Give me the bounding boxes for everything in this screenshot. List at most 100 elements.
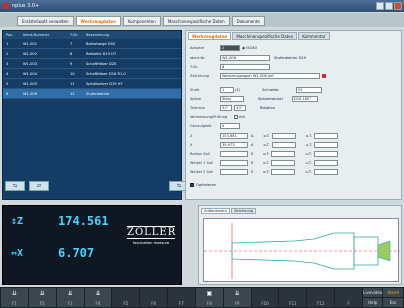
winkel2-field[interactable] xyxy=(220,168,248,175)
x-ot: o.T. xyxy=(263,142,270,147)
f9-button[interactable]: ⇊ F9 xyxy=(223,288,251,307)
f5-button[interactable]: F5 xyxy=(112,288,140,307)
f3-button[interactable]: ⇊ F3 xyxy=(56,288,84,307)
z-field[interactable]: 103.681 xyxy=(220,132,248,139)
radius-ut-field[interactable] xyxy=(313,150,338,157)
livevideo-button[interactable]: Livevideo xyxy=(362,288,383,297)
stufe-label: Stufe xyxy=(190,87,200,92)
z-ot-field[interactable] xyxy=(271,132,296,139)
f6-button[interactable]: F6 xyxy=(140,288,168,307)
tab-aussenkontur[interactable]: Außenkontur xyxy=(201,208,231,214)
f11-button[interactable]: F11 xyxy=(279,288,307,307)
toleranz-a-field[interactable]: 3.0 xyxy=(220,104,232,111)
adapter-icon: ◉ xyxy=(242,45,246,50)
x-axis-label: X xyxy=(17,248,24,259)
f2-button[interactable]: ⇊ F2 xyxy=(28,288,56,307)
winkel2-ot-field[interactable] xyxy=(271,168,296,175)
brand-name: ZOLLER xyxy=(127,226,177,239)
tab-machine-data[interactable]: Maschinenspezifische Daten xyxy=(162,16,230,26)
radius-ot: o.T. xyxy=(263,151,270,156)
help-button[interactable]: Help xyxy=(362,298,383,307)
f9-label: F9 xyxy=(234,301,240,306)
f4-button[interactable]: ⇊ F4 xyxy=(84,288,112,307)
cell-desc: Bohrstange D50 xyxy=(86,41,116,46)
table-row[interactable]: 3 W1-003 9 Schaftfräser D20 xyxy=(3,59,181,69)
f7-button[interactable]: F7 xyxy=(168,288,195,307)
minimize-icon[interactable] xyxy=(376,2,384,10)
x-ot-field[interactable] xyxy=(271,141,296,148)
cell-pos: 2 xyxy=(6,51,9,56)
tab-werkzeugdaten[interactable]: Werkzeugdaten xyxy=(188,32,232,40)
f1-label: F1 xyxy=(11,301,17,306)
tab-spareparts[interactable]: Eratzteilwatt verwalten xyxy=(17,16,74,26)
tab-machine-specific[interactable]: Maschinenspezifische Daten xyxy=(232,32,298,40)
insert-row-button[interactable]: ⇆ xyxy=(5,181,25,191)
cell-pos: 3 xyxy=(6,61,9,66)
cell-ident: W1-002 xyxy=(23,51,37,56)
tab-documents[interactable]: Dokumente xyxy=(231,16,265,26)
table-row[interactable]: 4 W1-004 10 Schaftfräser D16 R1.0 xyxy=(3,69,181,79)
f8-label: F8 xyxy=(206,301,212,306)
tool-icon: ⇊ xyxy=(234,290,240,297)
f8-button[interactable]: ▣ F8 xyxy=(195,288,223,307)
contour-canvas[interactable] xyxy=(203,218,400,282)
x-field[interactable]: 39.973 xyxy=(220,141,248,148)
radius-ot-field[interactable] xyxy=(271,150,296,157)
schneide-field[interactable]: 01 xyxy=(296,86,323,93)
cell-desc: Schaftfräser D16 R1.0 xyxy=(86,71,126,76)
ident-field[interactable]: W1-006 xyxy=(220,54,270,61)
alarm-button[interactable]: Alarm xyxy=(383,288,403,297)
f10-button[interactable]: F10 xyxy=(251,288,279,307)
winkel1-ut: u.T. xyxy=(305,160,312,165)
browse-icon[interactable] xyxy=(322,73,326,78)
cell-desc: Spiralbohrer D19 H7 xyxy=(86,81,123,86)
col-ident: Ident-Nummer xyxy=(23,33,50,37)
spitzenwinkel-field[interactable]: D16 160° xyxy=(292,95,318,102)
toleranz-label: Toleranz xyxy=(190,105,205,110)
table-row[interactable]: 2 W1-002 8 Reibahle D19 H7 xyxy=(3,49,181,59)
maximize-icon[interactable] xyxy=(385,2,393,10)
cell-pos: 4 xyxy=(6,71,9,76)
f4-label: F4 xyxy=(95,301,101,306)
winkel1-ut-field[interactable] xyxy=(313,159,338,166)
mit-checkbox[interactable] xyxy=(234,114,238,119)
genauigkeit-field[interactable]: 0 xyxy=(220,122,240,129)
tab-tooldata[interactable]: Werkzeugdaten xyxy=(75,16,121,26)
table-row[interactable]: 5 W1-005 11 Spiralbohrer D19 H7 xyxy=(3,79,181,89)
x-ut-field[interactable] xyxy=(314,141,339,148)
winkel1-label: Winkel 1 Soll xyxy=(190,160,213,165)
move-row-button[interactable]: ⇄ xyxy=(29,181,49,191)
f6-label: F6 xyxy=(151,301,157,306)
f7-label: F7 xyxy=(179,301,184,306)
f12-button[interactable]: F12 xyxy=(307,288,335,307)
tab-components[interactable]: Komponenten xyxy=(122,16,161,26)
zoller-logo: ZOLLER fascination measure xyxy=(127,226,175,256)
spitze-field[interactable]: Stein xyxy=(220,95,244,102)
table-row[interactable]: 1 W1-001 7 Bohrstange D50 xyxy=(3,39,181,49)
tool-insert-icon: ⇊ xyxy=(39,290,45,297)
z-ut-field[interactable] xyxy=(314,132,339,139)
main-tabs: Eratzteilwatt verwalten Werkzeugdaten Ko… xyxy=(0,13,404,27)
stufe-field[interactable]: 1 xyxy=(220,86,234,93)
tab-kommentar[interactable]: Kommentar xyxy=(298,32,330,40)
radius-field[interactable] xyxy=(220,150,248,157)
optimieren-checkbox[interactable] xyxy=(190,182,194,187)
tnr-field[interactable]: 6 xyxy=(220,63,270,70)
table-row-selected[interactable]: 6 W1-006 12 Stufenbohrer xyxy=(3,89,181,99)
winkel2-ut-field[interactable] xyxy=(313,168,338,175)
f1-button[interactable]: ⇊ F1 xyxy=(1,288,28,307)
tab-zeichnung[interactable]: Zeichnung xyxy=(231,208,257,214)
window-title: nplus 3.0+ xyxy=(12,3,40,9)
winkel1-field[interactable] xyxy=(220,159,248,166)
cell-pos: 6 xyxy=(6,91,9,96)
esc-button[interactable]: Esc xyxy=(383,298,403,307)
adapter-select[interactable]: 2 xyxy=(220,44,240,51)
cell-desc: Stufenbohrer xyxy=(86,91,110,96)
f-extra-button[interactable]: F xyxy=(335,288,362,307)
tnr-label: T-Nr. xyxy=(190,64,199,69)
winkel1-ot-field[interactable] xyxy=(271,159,296,166)
toleranz-b-field[interactable]: 3.0 xyxy=(234,104,246,111)
close-icon[interactable] xyxy=(394,2,402,10)
cell-pos: 5 xyxy=(6,81,9,86)
zeichnung-field[interactable]: Werkzeugwagen W1-006.dxf xyxy=(220,72,320,79)
